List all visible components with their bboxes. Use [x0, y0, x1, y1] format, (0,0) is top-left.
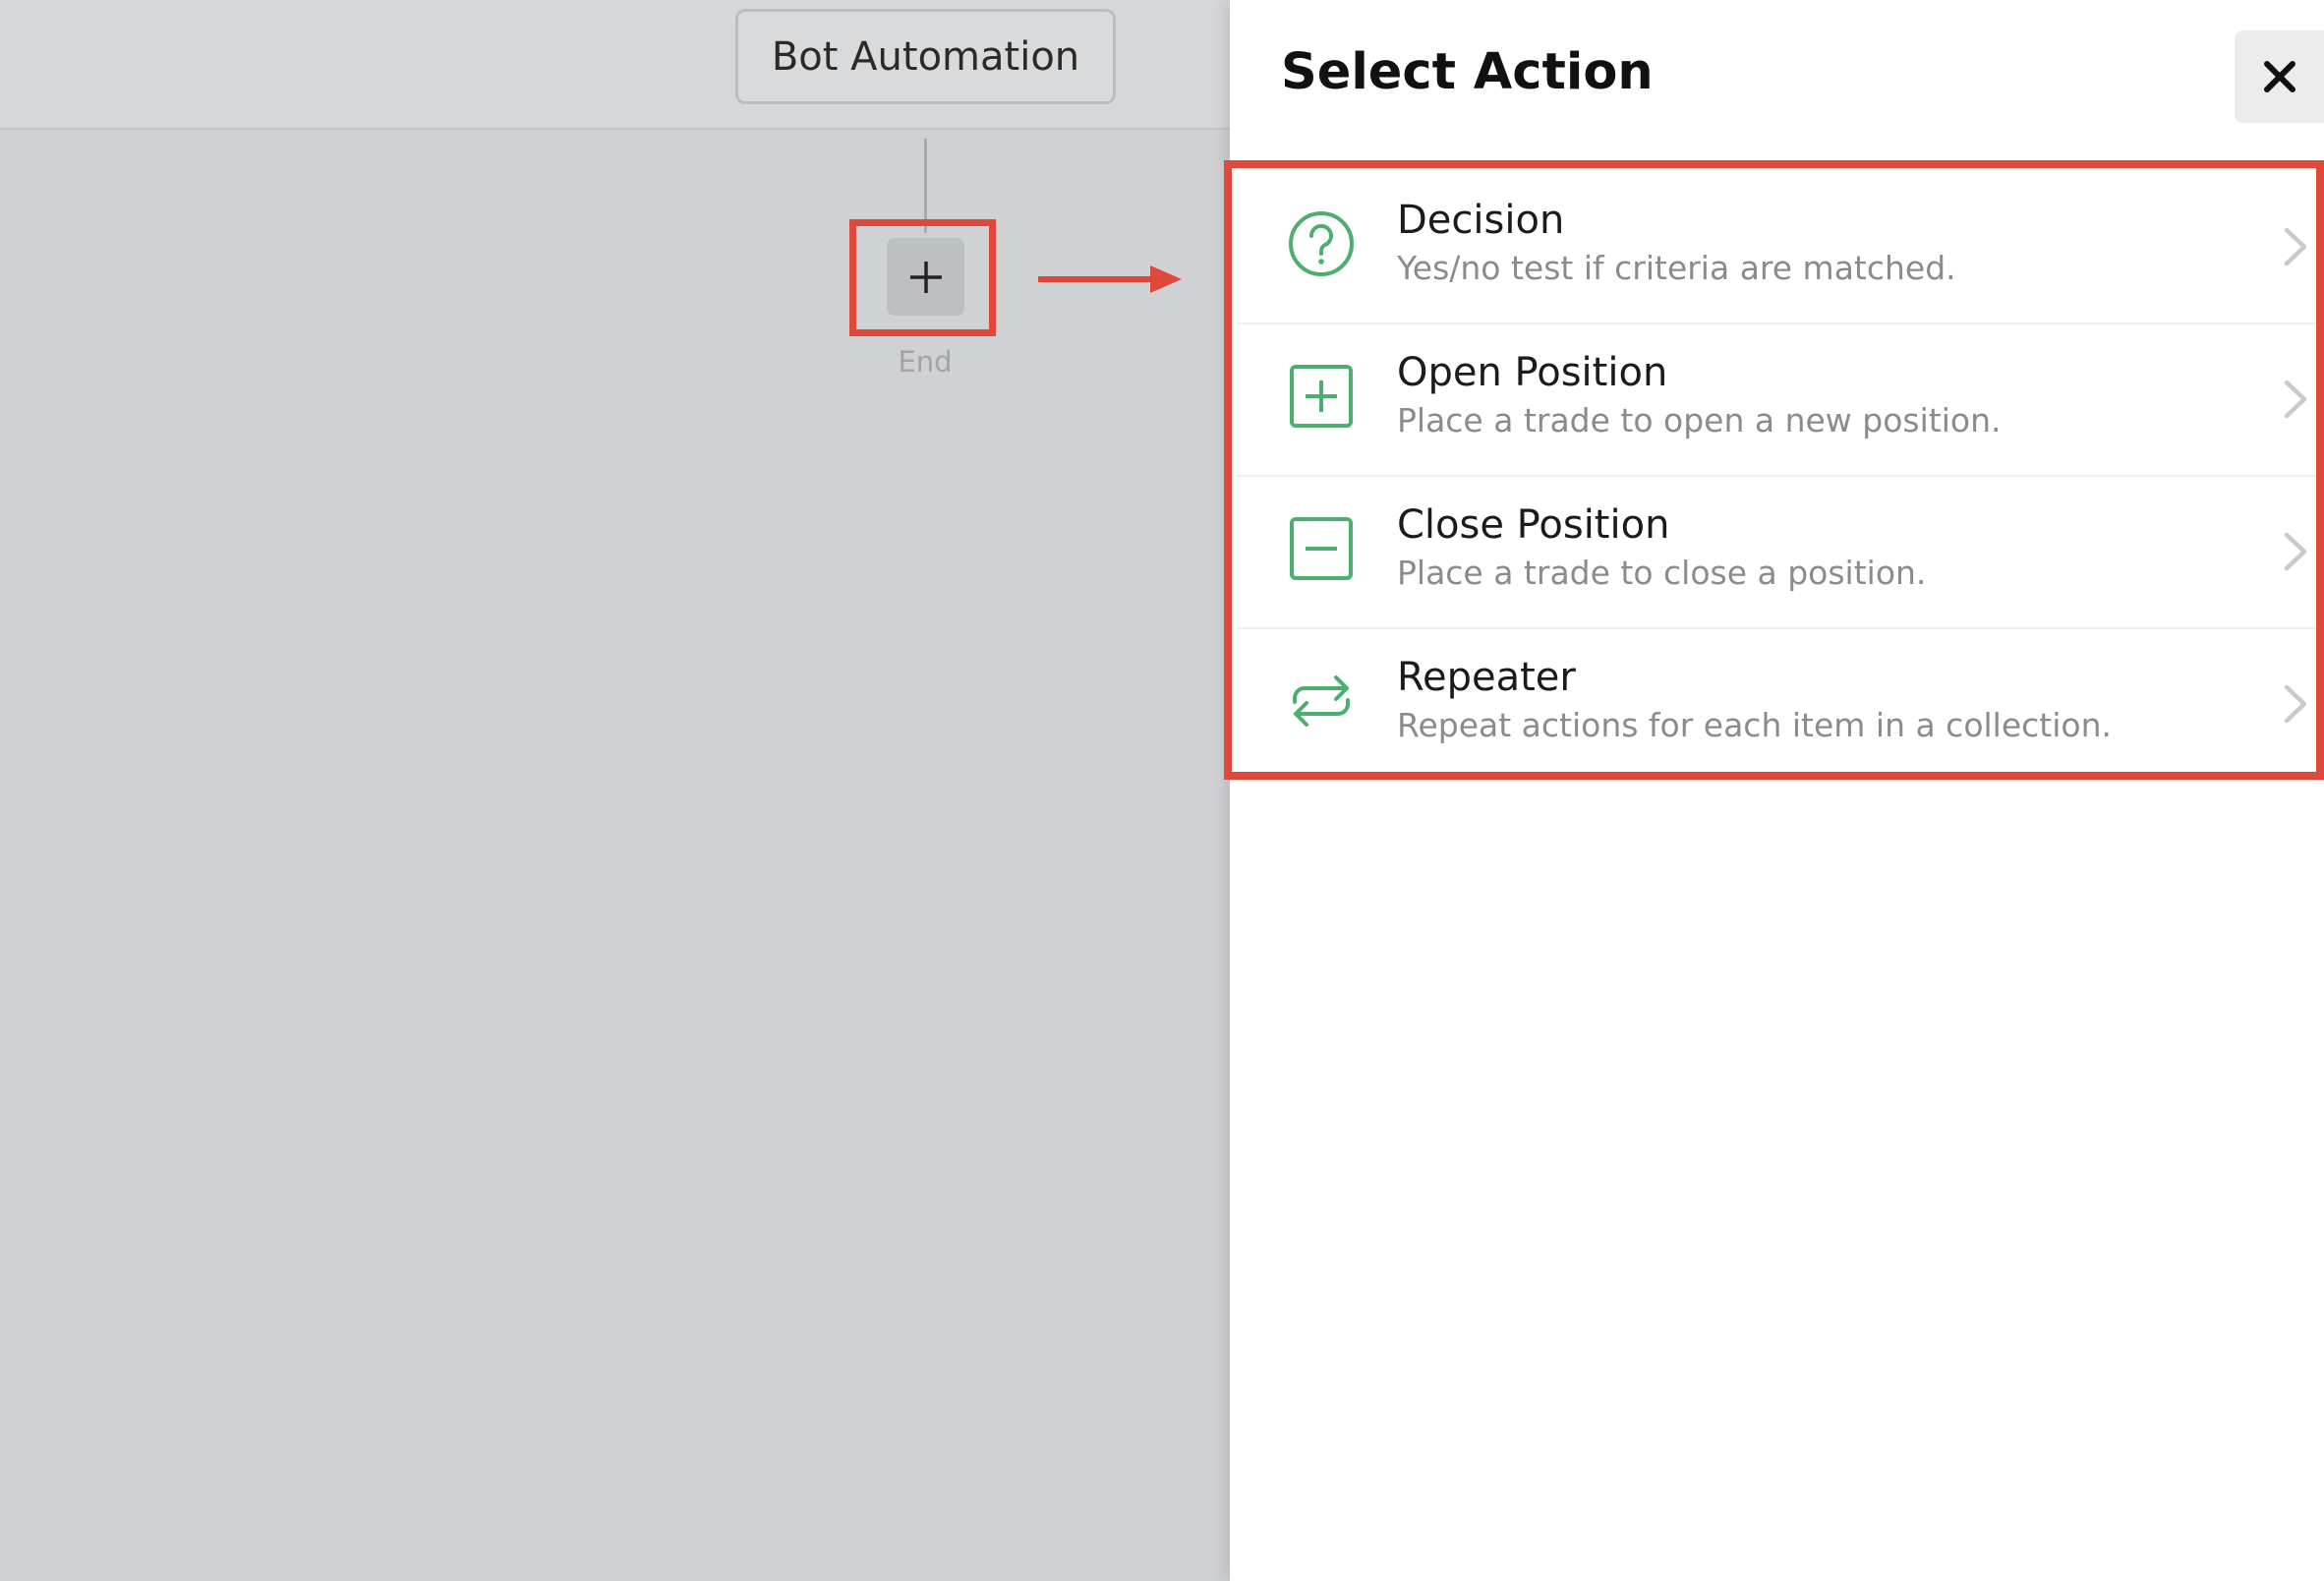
select-action-panel: Select Action Decision Yes/no test if cr… [1224, 0, 2324, 1581]
close-icon [2263, 61, 2295, 92]
panel-title: Select Action [1281, 43, 1654, 101]
annotation-arrow-icon [1038, 265, 1182, 293]
close-panel-button[interactable] [2235, 30, 2324, 123]
action-list-highlight-box [1224, 160, 2324, 780]
end-label: End [898, 345, 953, 379]
add-step-highlight-box [849, 219, 996, 336]
bot-automation-node-label: Bot Automation [771, 33, 1080, 80]
bot-automation-node[interactable]: Bot Automation [735, 9, 1116, 104]
